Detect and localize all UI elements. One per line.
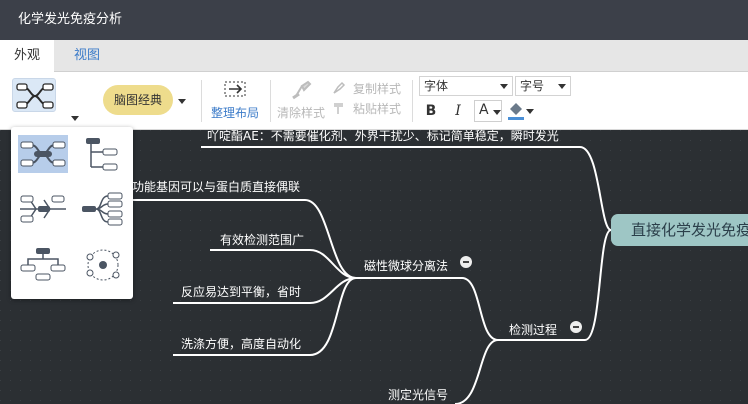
layout-dropdown bbox=[11, 127, 133, 299]
fishbone-icon bbox=[20, 195, 66, 223]
org-chart-right-icon bbox=[86, 138, 118, 171]
mindmap-node[interactable]: 检测过程 bbox=[509, 321, 557, 338]
paste-style-icon bbox=[334, 103, 343, 114]
copy-style-button[interactable]: 复制样式 bbox=[332, 80, 402, 96]
copy-style-icon bbox=[333, 81, 346, 94]
chevron-down-icon bbox=[526, 109, 534, 114]
layout-option-mindmap[interactable] bbox=[18, 135, 68, 173]
chevron-down-icon[interactable] bbox=[71, 116, 79, 121]
font-family-select[interactable]: 字体 bbox=[419, 76, 513, 96]
tab-view[interactable]: 视图 bbox=[60, 40, 114, 72]
theme-button[interactable]: 脑图经典 bbox=[103, 85, 173, 115]
mindmap-node[interactable]: 有效检测范围广 bbox=[220, 231, 304, 248]
app-title: 化学发光免疫分析 bbox=[0, 0, 748, 40]
clear-style-label: 清除样式 bbox=[277, 106, 326, 120]
mindmap-layout-icon bbox=[16, 83, 54, 109]
layout-option-tree-down[interactable] bbox=[18, 245, 68, 283]
copy-style-label: 复制样式 bbox=[353, 82, 402, 96]
fill-color-button[interactable] bbox=[507, 100, 535, 122]
arrange-layout-icon bbox=[224, 81, 246, 97]
arrange-layout-button[interactable]: 整理布局 bbox=[205, 76, 263, 126]
mindmap-root-node[interactable]: 直接化学发光免疫 bbox=[611, 214, 748, 246]
clear-style-button[interactable]: 清除样式 bbox=[274, 76, 330, 126]
mindmap-layout-icon bbox=[20, 141, 66, 167]
layout-option-org-right[interactable] bbox=[78, 135, 128, 173]
tab-appearance[interactable]: 外观 bbox=[0, 40, 55, 72]
paste-style-label: 粘贴样式 bbox=[353, 102, 402, 116]
arrange-layout-label: 整理布局 bbox=[211, 106, 260, 120]
font-color-button[interactable]: A bbox=[474, 100, 502, 122]
collapse-icon[interactable] bbox=[460, 256, 472, 268]
toolbar: 脑图经典 整理布局 清除样式 复制样式 粘贴样式 字体 字号 B I A bbox=[0, 72, 748, 130]
font-size-select[interactable]: 字号 bbox=[515, 76, 571, 96]
bold-button[interactable]: B bbox=[421, 100, 441, 122]
divider bbox=[201, 80, 202, 122]
layout-button[interactable] bbox=[12, 78, 56, 112]
layout-option-fishbone[interactable] bbox=[18, 190, 68, 228]
font-family-value: 字体 bbox=[424, 79, 449, 93]
chevron-down-icon bbox=[500, 84, 508, 89]
mindmap-node[interactable]: 测定光信号 bbox=[388, 386, 448, 403]
tab-bar: 外观 视图 bbox=[0, 40, 748, 72]
paste-style-button[interactable]: 粘贴样式 bbox=[332, 100, 402, 116]
chevron-down-icon bbox=[558, 84, 566, 89]
mindmap-node[interactable]: 磁性微球分离法 bbox=[364, 257, 448, 274]
layout-option-logic-right[interactable] bbox=[78, 190, 128, 228]
brush-icon bbox=[292, 80, 312, 100]
collapse-icon[interactable] bbox=[570, 321, 582, 333]
font-color-label: A bbox=[479, 102, 489, 118]
tree-down-icon bbox=[20, 248, 66, 281]
font-size-value: 字号 bbox=[520, 79, 545, 93]
paint-bucket-icon bbox=[508, 103, 524, 120]
divider bbox=[412, 80, 413, 122]
app-window: 化学发光免疫分析 外观 视图 脑图经典 整理布局 清除样式 复制样式 粘贴样式 … bbox=[0, 0, 748, 404]
mindmap-node[interactable]: 功能基因可以与蛋白质直接偶联 bbox=[132, 178, 300, 195]
radial-layout-icon bbox=[86, 249, 120, 281]
chevron-down-icon[interactable] bbox=[178, 99, 186, 104]
italic-button[interactable]: I bbox=[448, 100, 468, 122]
mindmap-node[interactable]: 洗涤方便，高度自动化 bbox=[181, 335, 301, 352]
chevron-down-icon bbox=[493, 110, 501, 115]
mindmap-node[interactable]: 吖啶酯AE：不需要催化剂、外界干扰少、标记简单稳定，瞬时发光 bbox=[207, 127, 559, 144]
logic-right-icon bbox=[82, 192, 123, 226]
mindmap-node[interactable]: 反应易达到平衡，省时 bbox=[181, 283, 301, 300]
layout-option-free-radial[interactable] bbox=[78, 245, 128, 283]
divider bbox=[270, 80, 271, 122]
